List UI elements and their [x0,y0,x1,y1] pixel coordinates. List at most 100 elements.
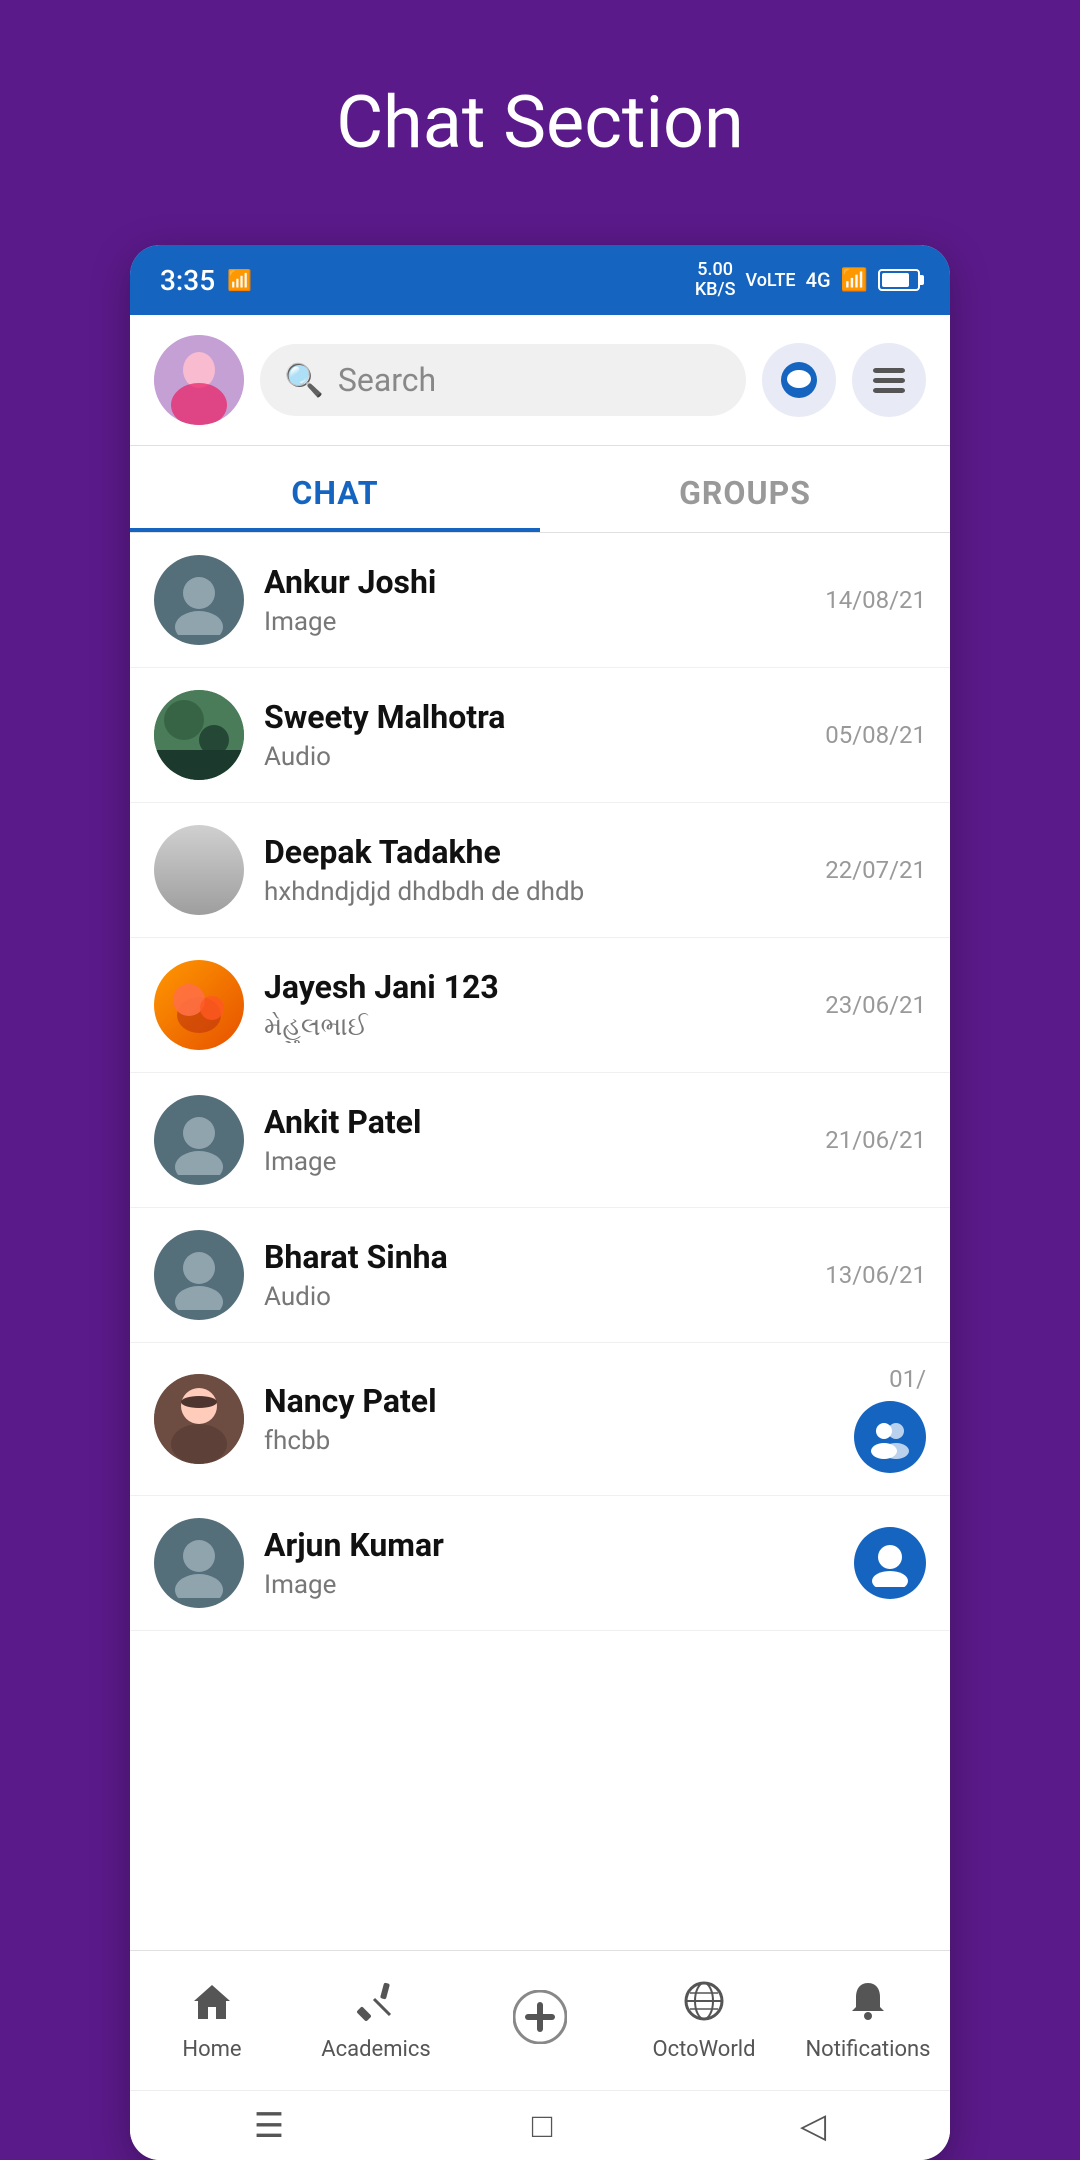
status-left: 3:35 📶 [160,264,252,297]
nav-label-academics: Academics [321,2037,430,2062]
tabs: CHAT GROUPS [130,446,950,533]
avatar [154,960,244,1050]
chat-date: 05/08/21 [825,721,926,749]
bell-icon [846,1979,890,2031]
list-item[interactable]: Jayesh Jani 123 મેહુલભાઈ 23/06/21 [130,938,950,1073]
chat-meta: 01/ [854,1365,926,1473]
orange-icon [164,970,234,1040]
avatar [154,690,244,780]
network-speed: 5.00KB/S [695,260,736,300]
list-item[interactable]: Ankur Joshi Image 14/08/21 [130,533,950,668]
nav-label-notifications: Notifications [805,2037,930,2062]
chat-preview: fhcbb [264,1426,834,1456]
world-icon [682,1979,726,2023]
nav-label-home: Home [182,2037,241,2062]
chat-icon-button[interactable] [762,343,836,417]
search-bar[interactable]: 🔍 Search [260,344,746,416]
user-profile-avatar[interactable] [154,335,244,425]
list-item[interactable]: Nancy Patel fhcbb 01/ [130,1343,950,1496]
header-icons [762,343,926,417]
chat-preview: hxhdndjdjd dhdbdh de dhdb [264,877,805,907]
person-badge [854,1527,926,1599]
bottom-nav: Home Academics [130,1950,950,2090]
nav-item-academics[interactable]: Academics [294,1951,458,2090]
chat-info: Nancy Patel fhcbb [264,1382,834,1456]
chat-meta [854,1527,926,1599]
android-nav-bar: ☰ □ ◁ [130,2090,950,2160]
avatar [154,555,244,645]
chat-info: Sweety Malhotra Audio [264,698,805,772]
chat-name: Deepak Tadakhe [264,833,805,871]
globe-icon [682,1979,726,2031]
chat-info: Ankur Joshi Image [264,563,805,637]
pencil-ruler-icon [354,1979,398,2023]
chat-info: Arjun Kumar Image [264,1526,834,1600]
person-icon [164,1105,234,1175]
nav-item-notifications[interactable]: Notifications [786,1951,950,2090]
chat-name: Arjun Kumar [264,1526,834,1564]
chat-meta: 14/08/21 [825,586,926,614]
status-bar: 3:35 📶 5.00KB/S VoLTE 4G 📶 [130,245,950,315]
app-header: 🔍 Search [130,315,950,446]
battery-tip [920,275,924,285]
avatar [154,1230,244,1320]
plus-badge-icon [513,1990,567,2044]
chat-date: 23/06/21 [825,991,926,1019]
chat-bubble-icon [779,360,819,400]
list-item[interactable]: Bharat Sinha Audio 13/06/21 [130,1208,950,1343]
avatar [154,1518,244,1608]
chat-meta: 13/06/21 [825,1261,926,1289]
time: 3:35 [160,264,215,297]
profile-photo [154,335,244,425]
chat-info: Jayesh Jani 123 મેહુલભાઈ [264,968,805,1043]
android-home-button[interactable]: □ [532,2106,553,2146]
person-icon [164,565,234,635]
chat-name: Bharat Sinha [264,1238,805,1276]
chat-preview: Audio [264,1282,805,1312]
volte-label: VoLTE [745,270,795,291]
signal-icon: 📶 [841,268,868,293]
chat-preview: Image [264,1570,834,1600]
list-item[interactable]: Ankit Patel Image 21/06/21 [130,1073,950,1208]
chat-preview: Image [264,1147,805,1177]
group-icon [866,1413,914,1461]
list-item[interactable]: Arjun Kumar Image [130,1496,950,1631]
battery-icon [878,269,920,291]
tab-groups[interactable]: GROUPS [540,446,950,532]
octolearn-icon [513,1990,567,2052]
nancy-photo [154,1374,244,1464]
android-back-button[interactable]: ◁ [800,2106,826,2146]
chat-info: Bharat Sinha Audio [264,1238,805,1312]
menu-button[interactable] [852,343,926,417]
chat-date: 01/ [889,1365,926,1393]
chat-name: Sweety Malhotra [264,698,805,736]
nav-item-octoworld[interactable]: OctoWorld [622,1951,786,2090]
nav-item-octolearn[interactable] [458,1951,622,2090]
chat-date: 21/06/21 [825,1126,926,1154]
chat-meta: 21/06/21 [825,1126,926,1154]
chat-meta: 22/07/21 [825,856,926,884]
search-icon: 🔍 [284,361,324,399]
search-placeholder: Search [338,361,436,399]
nature-photo [154,690,244,780]
sim-icon: 📶 [227,268,252,292]
status-right: 5.00KB/S VoLTE 4G 📶 [695,260,920,300]
person-icon [164,1240,234,1310]
battery-fill [882,273,909,287]
chat-preview: મેહુલભાઈ [264,1012,805,1043]
chat-info: Deepak Tadakhe hxhdndjdjd dhdbdh de dhdb [264,833,805,907]
nav-item-home[interactable]: Home [130,1951,294,2090]
tab-chat[interactable]: CHAT [130,446,540,532]
android-menu-button[interactable]: ☰ [254,2106,284,2146]
chat-date: 22/07/21 [825,856,926,884]
avatar [154,825,244,915]
home-icon [190,1979,234,2031]
list-item[interactable]: Deepak Tadakhe hxhdndjdjd dhdbdh de dhdb… [130,803,950,938]
avatar [154,1095,244,1185]
avatar [154,1374,244,1464]
chat-meta: 23/06/21 [825,991,926,1019]
list-item[interactable]: Sweety Malhotra Audio 05/08/21 [130,668,950,803]
chat-info: Ankit Patel Image [264,1103,805,1177]
chat-name: Jayesh Jani 123 [264,968,805,1006]
group-badge [854,1401,926,1473]
